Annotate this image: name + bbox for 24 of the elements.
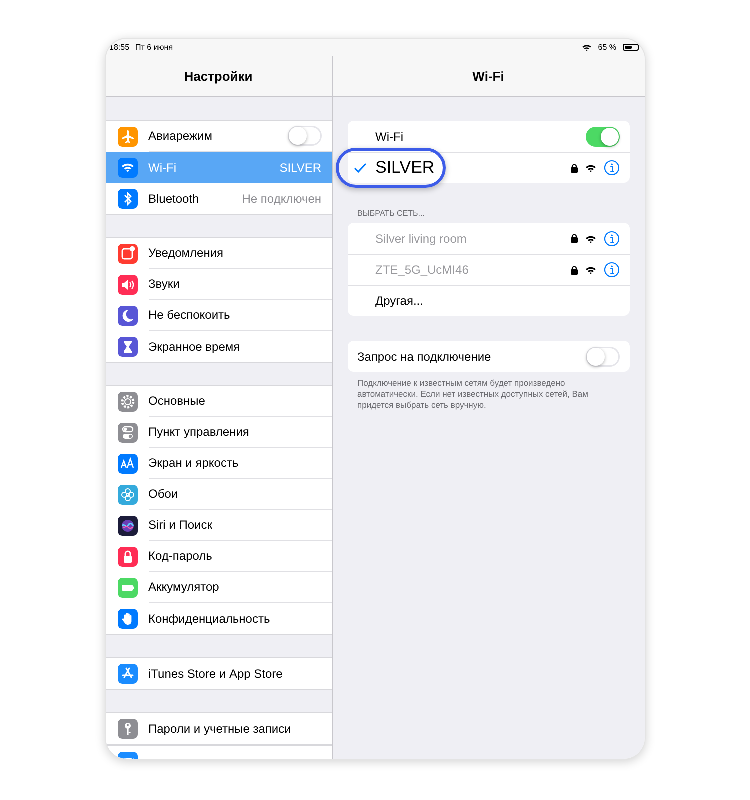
info-button[interactable] — [604, 262, 620, 278]
toggle-switch[interactable] — [288, 126, 322, 146]
item-value: SILVER — [280, 160, 322, 174]
footnote-text: Подключение к известным сетям будет произведено автоматически. Если нет известных доступных сетей, Вам придется выбрать сеть вручную. — [358, 378, 590, 411]
toggle-switch[interactable] — [586, 346, 620, 366]
toggle-switch[interactable] — [586, 126, 620, 146]
wifi-signal-icon — [584, 234, 596, 244]
ask-to-join-label: Запрос на подключение — [358, 350, 492, 364]
info-button[interactable] — [604, 160, 620, 176]
status-date: Пт 6 июня — [136, 43, 174, 52]
pane-title: Wi-Fi — [472, 68, 504, 84]
other-network-link[interactable]: Другая... — [376, 294, 620, 308]
network-name[interactable]: SILVER — [376, 158, 570, 178]
wifi-signal-icon — [584, 163, 596, 173]
info-button[interactable] — [604, 230, 620, 246]
battery-percent: 65 % — [598, 43, 616, 52]
wifi-signal-icon — [584, 265, 596, 275]
sidebar-title: Настройки — [184, 68, 253, 84]
wifi-label: Wi-Fi — [376, 130, 404, 144]
item-value: Не подключен — [242, 192, 322, 206]
wifi-signal-icon — [582, 43, 592, 52]
battery-icon — [622, 44, 638, 51]
status-time: 18:55 — [110, 43, 130, 52]
section-header: ВЫБРАТЬ СЕТЬ... — [358, 209, 426, 218]
